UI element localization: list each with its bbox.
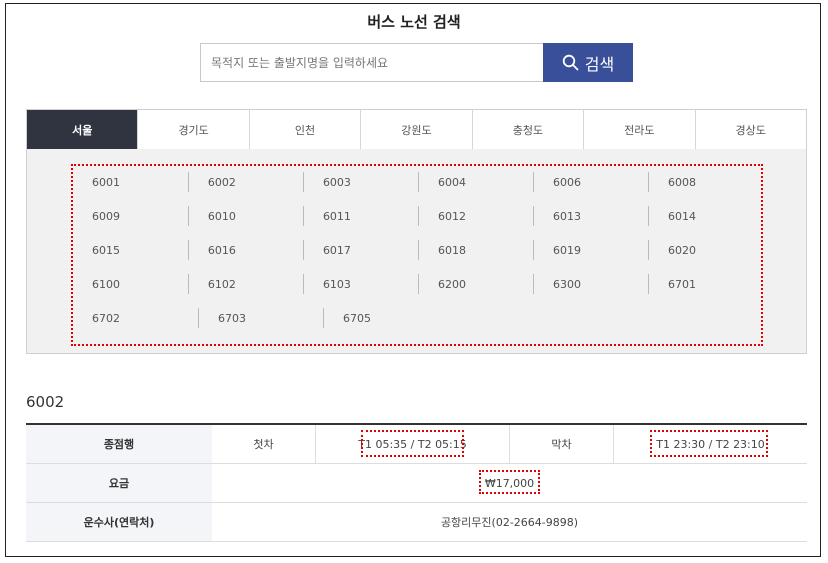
operator-value: 공항리무진(02-2664-9898) — [212, 502, 807, 542]
fare-value: ₩17,000 — [212, 463, 807, 503]
route-item[interactable]: 6009 — [73, 206, 188, 226]
table-row: 요금 ₩17,000 — [26, 463, 807, 503]
route-item[interactable]: 6103 — [302, 274, 418, 294]
search-bar: 검색 — [200, 43, 633, 82]
tab-gangwon[interactable]: 강원도 — [360, 110, 471, 149]
tab-jeolla[interactable]: 전라도 — [583, 110, 694, 149]
terminal-label: 종점행 — [26, 424, 212, 464]
search-button-label: 검색 — [584, 54, 615, 74]
search-button[interactable]: 검색 — [543, 43, 633, 82]
route-item[interactable]: 6006 — [532, 172, 648, 192]
table-row: 종점행 첫차 T1 05:35 / T2 05:15 막차 T1 23:30 /… — [26, 424, 807, 464]
route-grid: 6001 6002 6003 6004 6006 6008 6009 6010 … — [73, 165, 763, 335]
first-bus-time: T1 05:35 / T2 05:15 — [315, 424, 510, 464]
route-item[interactable]: 6100 — [73, 274, 188, 294]
route-item[interactable]: 6703 — [198, 308, 323, 328]
last-bus-time: T1 23:30 / T2 23:10 — [613, 424, 807, 464]
route-item[interactable]: 6016 — [187, 240, 303, 260]
route-item[interactable]: 6701 — [647, 274, 763, 294]
route-item[interactable]: 6300 — [532, 274, 648, 294]
route-item[interactable]: 6018 — [417, 240, 533, 260]
route-item[interactable]: 6017 — [302, 240, 418, 260]
route-item[interactable]: 6012 — [417, 206, 533, 226]
tab-incheon[interactable]: 인천 — [248, 110, 360, 149]
tab-seoul[interactable]: 서울 — [27, 110, 138, 155]
operator-label: 운수사(연락처) — [26, 502, 212, 542]
region-tabs: 서울 경기도 인천 강원도 충청도 전라도 경상도 — [26, 109, 807, 155]
first-bus-label: 첫차 — [212, 424, 316, 464]
route-row: 6009 6010 6011 6012 6013 6014 — [73, 199, 763, 233]
tab-chungcheong[interactable]: 충청도 — [471, 110, 583, 149]
route-row: 6702 6703 6705 — [73, 301, 763, 335]
route-item[interactable]: 6705 — [323, 308, 448, 328]
route-item[interactable]: 6102 — [187, 274, 303, 294]
page-title: 버스 노선 검색 — [367, 13, 461, 31]
tab-gyeonggi[interactable]: 경기도 — [137, 110, 248, 149]
route-item[interactable]: 6008 — [647, 172, 763, 192]
route-item[interactable]: 6013 — [532, 206, 648, 226]
route-list-panel: 6001 6002 6003 6004 6006 6008 6009 6010 … — [26, 149, 807, 354]
route-info-table: 종점행 첫차 T1 05:35 / T2 05:15 막차 T1 23:30 /… — [26, 423, 807, 542]
route-item[interactable]: 6010 — [187, 206, 303, 226]
route-item[interactable]: 6015 — [73, 240, 188, 260]
route-row: 6015 6016 6017 6018 6019 6020 — [73, 233, 763, 267]
tab-gyeongsang[interactable]: 경상도 — [694, 110, 806, 149]
route-item[interactable]: 6003 — [302, 172, 418, 192]
route-item[interactable]: 6002 — [187, 172, 303, 192]
route-row: 6001 6002 6003 6004 6006 6008 — [73, 165, 763, 199]
route-item[interactable]: 6011 — [302, 206, 418, 226]
selected-route-number: 6002 — [26, 393, 65, 411]
route-item[interactable]: 6702 — [73, 308, 198, 328]
route-item[interactable]: 6001 — [73, 172, 188, 192]
route-item[interactable]: 6004 — [417, 172, 533, 192]
table-row: 운수사(연락처) 공항리무진(02-2664-9898) — [26, 502, 807, 542]
fare-label: 요금 — [26, 463, 212, 503]
route-item[interactable]: 6014 — [647, 206, 763, 226]
last-bus-label: 막차 — [509, 424, 614, 464]
search-icon — [562, 54, 579, 71]
route-item[interactable]: 6020 — [647, 240, 763, 260]
route-item[interactable]: 6019 — [532, 240, 648, 260]
route-item[interactable]: 6200 — [417, 274, 533, 294]
search-input[interactable] — [200, 43, 544, 82]
route-row: 6100 6102 6103 6200 6300 6701 — [73, 267, 763, 301]
